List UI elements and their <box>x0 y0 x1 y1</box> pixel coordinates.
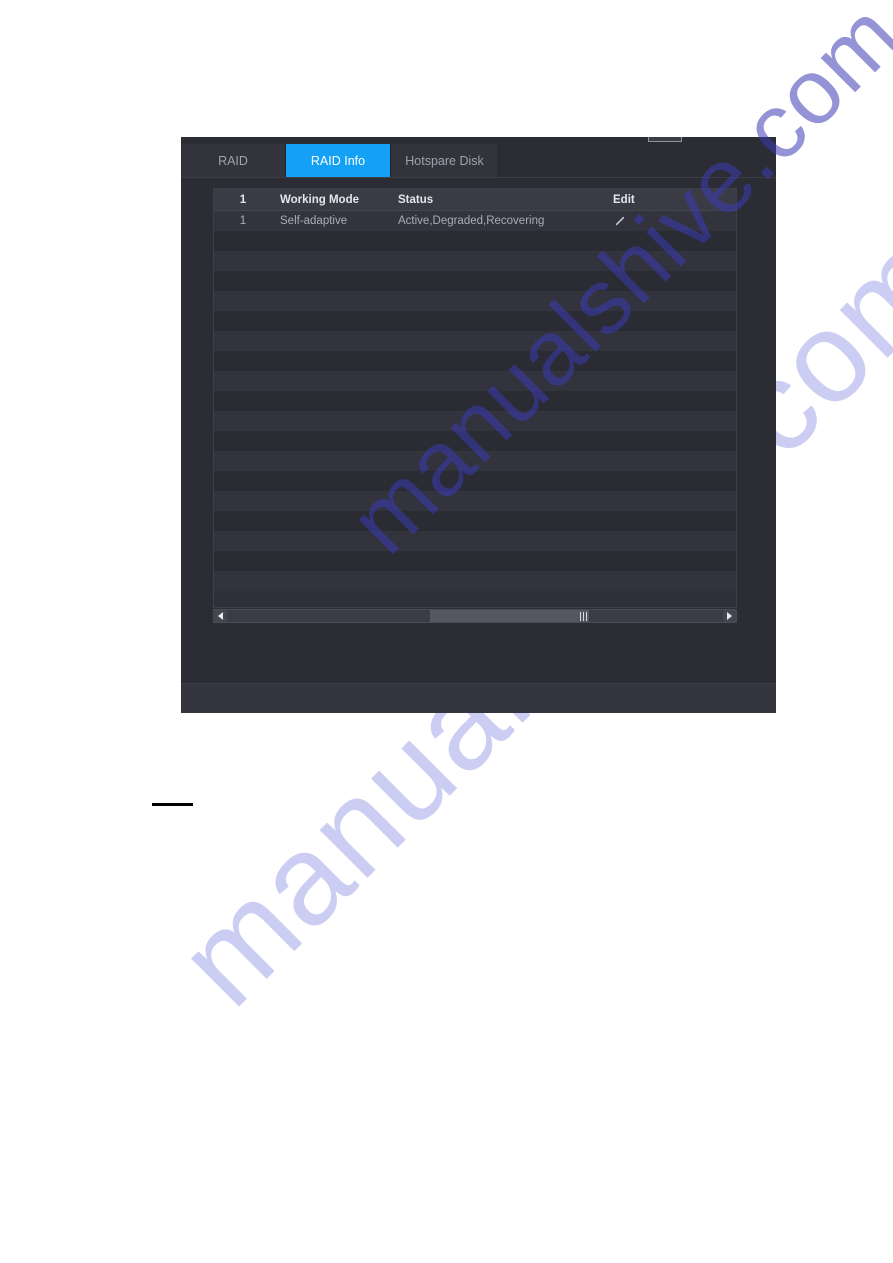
table-header-row: 1 Working Mode Status Edit <box>214 189 736 211</box>
table-row-empty[interactable] <box>214 231 736 251</box>
table-row-empty[interactable] <box>214 291 736 311</box>
clipped-top-button[interactable] <box>648 137 682 142</box>
table-row-empty[interactable] <box>214 551 736 571</box>
tab-raid[interactable]: RAID <box>181 144 286 177</box>
table-row-empty[interactable] <box>214 491 736 511</box>
column-header-working-mode: Working Mode <box>280 193 360 206</box>
table-row-empty[interactable] <box>214 271 736 291</box>
page-horizontal-rule <box>152 803 193 806</box>
table-row[interactable]: 1 Self-adaptive Active,Degraded,Recoveri… <box>214 211 736 231</box>
tab-raid-info[interactable]: RAID Info <box>286 144 391 177</box>
tab-hotspare-disk[interactable]: Hotspare Disk <box>391 144 499 177</box>
tab-bar: RAID RAID Info Hotspare Disk <box>181 144 776 178</box>
table-row-empty[interactable] <box>214 411 736 431</box>
table-row-empty[interactable] <box>214 311 736 331</box>
table-row-empty[interactable] <box>214 251 736 271</box>
raid-info-table: 1 Working Mode Status Edit 1 Self-adapti… <box>213 188 737 608</box>
table-row-empty[interactable] <box>214 471 736 491</box>
table-row-empty[interactable] <box>214 391 736 411</box>
horizontal-scrollbar[interactable] <box>213 609 737 623</box>
table-row-empty[interactable] <box>214 331 736 351</box>
tab-bar-filler <box>499 144 776 177</box>
triangle-left-icon[interactable] <box>214 610 227 622</box>
scrollbar-thumb[interactable] <box>430 610 590 622</box>
cell-index: 1 <box>239 215 247 227</box>
column-header-index: 1 <box>239 193 247 206</box>
table-row-empty[interactable] <box>214 531 736 551</box>
table-row-empty[interactable] <box>214 431 736 451</box>
table-empty-rows <box>214 231 736 591</box>
cell-edit <box>605 215 730 228</box>
table-row-empty[interactable] <box>214 371 736 391</box>
tab-raid-info-label: RAID Info <box>310 153 366 168</box>
pencil-icon[interactable] <box>613 215 626 228</box>
scrollbar-track[interactable] <box>227 610 723 622</box>
raid-info-panel: RAID RAID Info Hotspare Disk 1 Working M… <box>181 137 776 713</box>
table-row-empty[interactable] <box>214 511 736 531</box>
scrollbar-grip <box>580 611 588 621</box>
column-header-edit: Edit <box>613 193 635 206</box>
table-row-empty[interactable] <box>214 451 736 471</box>
tab-raid-label: RAID <box>218 153 248 168</box>
table-row-empty[interactable] <box>214 571 736 591</box>
cell-working-mode: Self-adaptive <box>280 215 348 227</box>
tab-hotspare-disk-label: Hotspare Disk <box>405 153 484 168</box>
triangle-right-icon[interactable] <box>723 610 736 622</box>
column-header-status: Status <box>398 193 434 206</box>
table-row-empty[interactable] <box>214 351 736 371</box>
cell-status: Active,Degraded,Recovering <box>398 215 545 227</box>
panel-footer-bar <box>181 683 776 713</box>
